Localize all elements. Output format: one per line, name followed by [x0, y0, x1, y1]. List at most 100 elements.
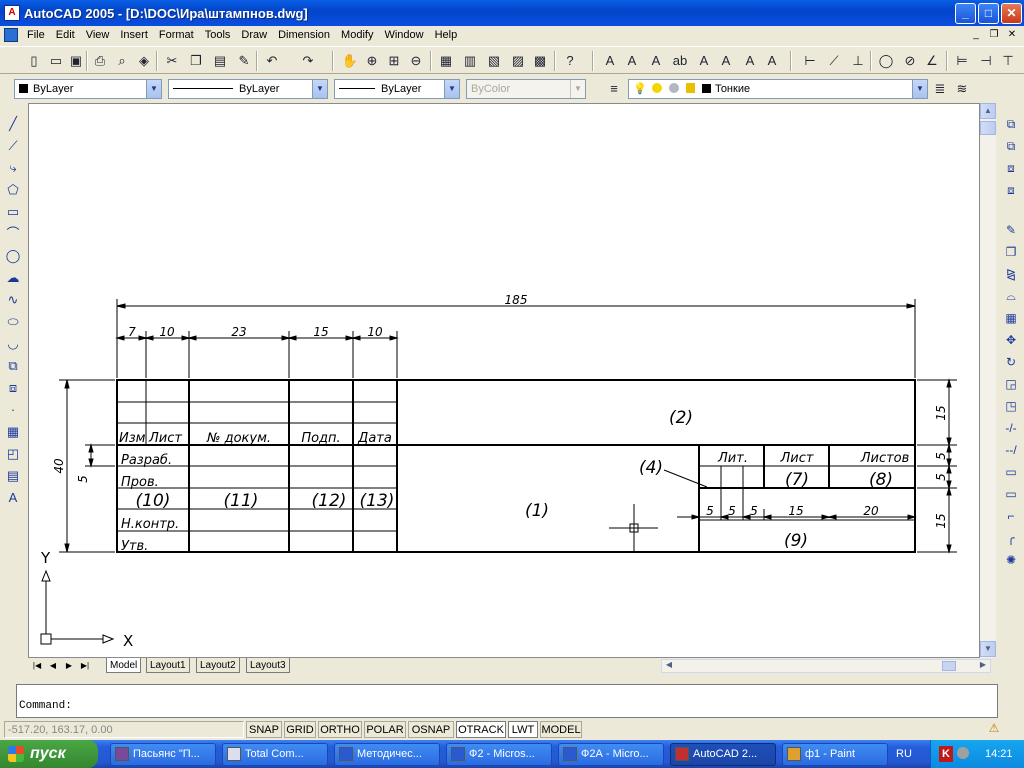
doc-minimize-button[interactable]: _: [968, 28, 984, 42]
region-icon[interactable]: ◰: [3, 444, 23, 464]
redo-icon[interactable]: ↷: [298, 51, 318, 71]
last-tab-icon[interactable]: ▶|: [78, 659, 92, 672]
circle-icon[interactable]: ◯: [3, 246, 23, 266]
scroll-down-icon[interactable]: ▼: [980, 641, 996, 657]
radius-dimension-icon[interactable]: ◯: [876, 51, 896, 71]
polyline-icon[interactable]: ⤷: [3, 158, 23, 178]
start-button[interactable]: пуск: [0, 740, 98, 768]
send-under-icon[interactable]: ⧈: [1001, 158, 1021, 178]
scale-icon[interactable]: ◲: [1001, 374, 1021, 394]
polygon-icon[interactable]: ⬠: [3, 180, 23, 200]
volume-icon[interactable]: [957, 747, 969, 759]
lwt-toggle[interactable]: LWT: [508, 721, 538, 738]
doc-close-button[interactable]: ✕: [1004, 28, 1020, 42]
first-tab-icon[interactable]: |◀: [30, 659, 44, 672]
scroll-thumb[interactable]: [980, 121, 996, 135]
zoom-realtime-icon[interactable]: ⊕: [362, 51, 382, 71]
menu-edit[interactable]: Edit: [51, 26, 81, 44]
prev-tab-icon[interactable]: ◀: [46, 659, 60, 672]
convert-distance-icon[interactable]: A: [762, 51, 782, 71]
construction-line-icon[interactable]: ⟋: [3, 136, 23, 156]
offset-icon[interactable]: ⌓: [1001, 286, 1021, 306]
design-center-icon[interactable]: ▥: [460, 51, 480, 71]
ellipse-icon[interactable]: ⬭: [3, 312, 23, 332]
linetype-dropdown[interactable]: ByLayer ▼: [168, 79, 328, 99]
chevron-down-icon[interactable]: ▼: [312, 80, 327, 98]
quick-dimension-icon[interactable]: ⊨: [952, 51, 972, 71]
communication-center-icon[interactable]: ⚠: [986, 721, 1002, 737]
erase-icon[interactable]: ✎: [1001, 220, 1021, 240]
menu-tools[interactable]: Tools: [200, 26, 237, 44]
command-window[interactable]: Command:: [16, 684, 998, 718]
menu-help[interactable]: Help: [430, 26, 464, 44]
scroll-thumb-horizontal[interactable]: [942, 661, 956, 671]
plot-icon[interactable]: ⎙: [90, 51, 110, 71]
lineweight-dropdown[interactable]: ByLayer ▼: [334, 79, 460, 99]
tab-model[interactable]: Model: [106, 658, 142, 673]
coordinates-display[interactable]: -517.20, 163.17, 0.00: [4, 721, 244, 738]
array-icon[interactable]: ▦: [1001, 308, 1021, 328]
copy-icon[interactable]: ❐: [186, 51, 206, 71]
taskbar-item-solitaire[interactable]: Пасьянс "П...: [110, 743, 216, 766]
linear-dimension-icon[interactable]: ⊢: [800, 51, 820, 71]
layer-previous-icon[interactable]: ≋: [952, 79, 972, 99]
taskbar-item-word-f2[interactable]: Ф2 - Micros...: [446, 743, 552, 766]
polar-toggle[interactable]: POLAR: [364, 721, 406, 738]
draw-order-icon[interactable]: ⧉: [1001, 114, 1021, 134]
help-icon[interactable]: ?: [560, 51, 580, 71]
bring-above-icon[interactable]: ⧉: [1001, 136, 1021, 156]
extend-icon[interactable]: --/: [1001, 440, 1021, 460]
rectangle-icon[interactable]: ▭: [3, 202, 23, 222]
chevron-down-icon[interactable]: ▼: [444, 80, 459, 98]
document-icon[interactable]: [4, 28, 18, 42]
revision-cloud-icon[interactable]: ☁: [3, 268, 23, 288]
layer-dropdown[interactable]: 💡 Тонкие ▼: [628, 79, 928, 99]
continue-dimension-icon[interactable]: ⊤: [998, 51, 1018, 71]
vertical-scrollbar[interactable]: ▲ ▼: [980, 103, 996, 658]
zoom-window-icon[interactable]: ⊞: [384, 51, 404, 71]
chevron-down-icon[interactable]: ▼: [912, 80, 927, 98]
menu-dimension[interactable]: Dimension: [273, 26, 336, 44]
drawing-area[interactable]: 185 7 10 23 15 10 40 5 15 5 5 15 5 5 5 1…: [28, 103, 980, 658]
grid-toggle[interactable]: GRID: [284, 721, 316, 738]
publish-icon[interactable]: ◈: [134, 51, 154, 71]
make-current-layer-icon[interactable]: ≣: [930, 79, 950, 99]
chevron-down-icon[interactable]: ▼: [146, 80, 161, 98]
angular-dimension-icon[interactable]: ∠: [922, 51, 942, 71]
fillet-icon[interactable]: ╭: [1001, 528, 1021, 548]
move-icon[interactable]: ✥: [1001, 330, 1021, 350]
find-icon[interactable]: A: [646, 51, 666, 71]
open-icon[interactable]: ▭: [46, 51, 66, 71]
text-icon[interactable]: A: [600, 51, 620, 71]
text-style-icon[interactable]: A: [694, 51, 714, 71]
tab-layout2[interactable]: Layout2: [196, 658, 240, 673]
model-toggle[interactable]: MODEL: [540, 721, 582, 738]
clock[interactable]: 14:21: [985, 740, 1013, 768]
scroll-left-icon[interactable]: ◀: [662, 660, 676, 672]
taskbar-item-paint[interactable]: ф1 - Paint: [782, 743, 888, 766]
layer-manager-icon[interactable]: ≡: [604, 79, 624, 99]
menu-window[interactable]: Window: [379, 26, 429, 44]
taskbar-item-total-commander[interactable]: Total Com...: [222, 743, 328, 766]
cut-icon[interactable]: ✂: [162, 51, 182, 71]
chamfer-icon[interactable]: ⌐: [1001, 506, 1021, 526]
send-back-icon[interactable]: ⧈: [1001, 180, 1021, 200]
sheet-set-icon[interactable]: ▨: [508, 51, 528, 71]
trim-icon[interactable]: -/-: [1001, 418, 1021, 438]
diameter-dimension-icon[interactable]: ⊘: [900, 51, 920, 71]
next-tab-icon[interactable]: ▶: [62, 659, 76, 672]
make-block-icon[interactable]: ⧈: [3, 378, 23, 398]
insert-block-icon[interactable]: ⧉: [3, 356, 23, 376]
tab-layout3[interactable]: Layout3: [246, 658, 290, 673]
autocad-app-icon[interactable]: A: [4, 5, 20, 21]
edit-text-icon[interactable]: A: [622, 51, 642, 71]
paste-icon[interactable]: ▤: [210, 51, 230, 71]
spell-icon[interactable]: ab: [670, 51, 690, 71]
ortho-toggle[interactable]: ORTHO: [318, 721, 362, 738]
break-icon[interactable]: ▭: [1001, 462, 1021, 482]
menu-modify[interactable]: Modify: [336, 26, 379, 44]
undo-icon[interactable]: ↶: [262, 51, 282, 71]
preview-icon[interactable]: ⌕: [112, 51, 132, 71]
line-icon[interactable]: ╱: [3, 114, 23, 134]
osnap-toggle[interactable]: OSNAP: [408, 721, 454, 738]
